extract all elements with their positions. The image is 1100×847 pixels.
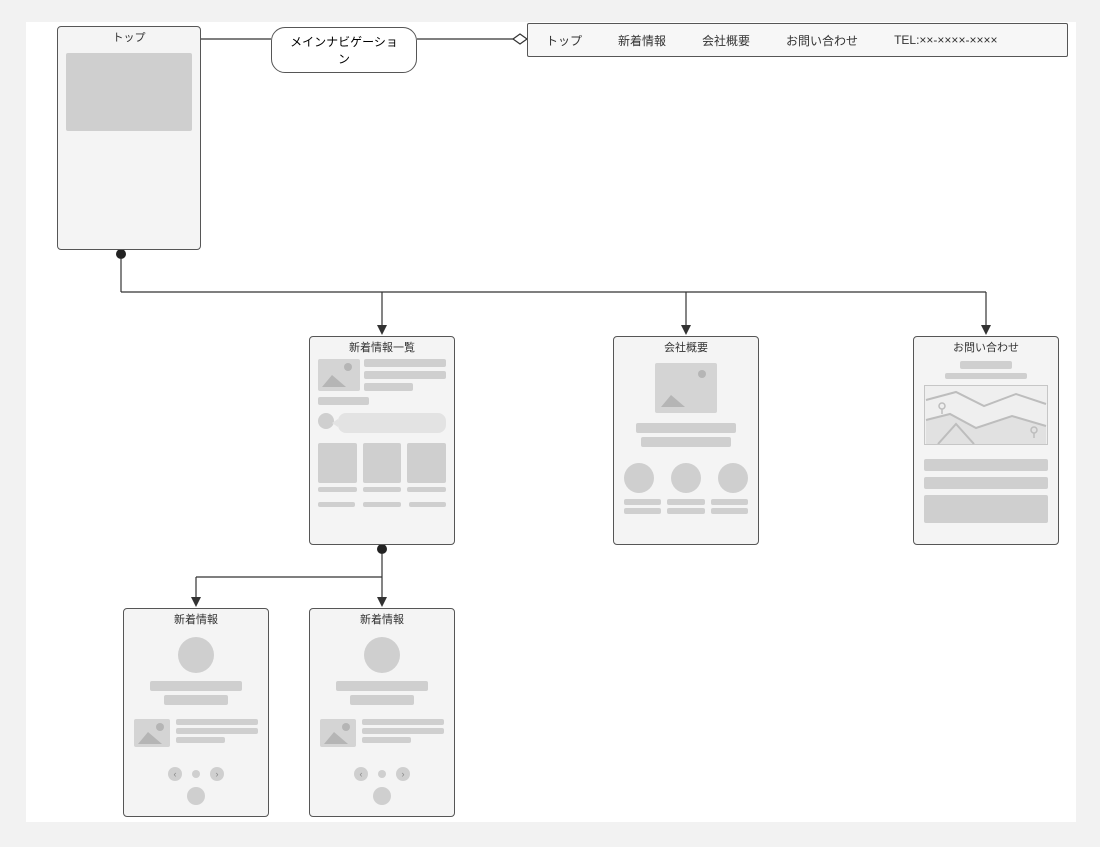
chevron-right-icon[interactable]: › <box>210 767 224 781</box>
nav-item-contact[interactable]: お問い合わせ <box>768 32 876 49</box>
avatar-icon <box>187 787 205 805</box>
node-contact-title: お問い合わせ <box>914 337 1058 359</box>
thumb-image-placeholder <box>318 359 360 391</box>
nav-item-news[interactable]: 新着情報 <box>600 32 684 49</box>
company-image-placeholder <box>655 363 717 413</box>
node-news-detail-b-title: 新着情報 <box>310 609 454 631</box>
thumb-image-placeholder <box>134 719 170 747</box>
chevron-right-icon[interactable]: › <box>396 767 410 781</box>
avatar-icon <box>364 637 400 673</box>
nav-item-company[interactable]: 会社概要 <box>684 32 768 49</box>
node-news-list-title: 新着情報一覧 <box>310 337 454 359</box>
chevron-left-icon[interactable]: ‹ <box>168 767 182 781</box>
chevron-left-icon[interactable]: ‹ <box>354 767 368 781</box>
nav-item-tel: TEL:××-××××-×××× <box>876 33 1015 47</box>
main-nav-bar: トップ 新着情報 会社概要 お問い合わせ TEL:××-××××-×××× <box>527 23 1068 57</box>
node-news-detail-b[interactable]: 新着情報 ‹ › <box>309 608 455 817</box>
node-company-title: 会社概要 <box>614 337 758 359</box>
diagram-canvas: トップ メインナビゲーション トップ 新着情報 会社概要 お問い合わせ TEL:… <box>26 22 1076 822</box>
node-top[interactable]: トップ <box>57 26 201 250</box>
node-news-detail-a-title: 新着情報 <box>124 609 268 631</box>
avatar-icon <box>178 637 214 673</box>
node-news-list[interactable]: 新着情報一覧 <box>309 336 455 545</box>
circle-icon <box>718 463 748 493</box>
nav-item-top[interactable]: トップ <box>528 32 600 49</box>
node-company[interactable]: 会社概要 <box>613 336 759 545</box>
node-top-title: トップ <box>58 27 200 49</box>
main-navigation-label-text: メインナビゲーション <box>290 35 398 66</box>
circle-icon <box>624 463 654 493</box>
placeholder-hero <box>66 53 192 131</box>
outer-frame: トップ メインナビゲーション トップ 新着情報 会社概要 お問い合わせ TEL:… <box>0 0 1100 847</box>
thumb-image-placeholder <box>320 719 356 747</box>
node-contact[interactable]: お問い合わせ <box>913 336 1059 545</box>
circle-icon <box>671 463 701 493</box>
avatar-icon <box>373 787 391 805</box>
main-navigation-label: メインナビゲーション <box>271 27 417 73</box>
node-news-detail-a[interactable]: 新着情報 ‹ › <box>123 608 269 817</box>
map-placeholder <box>924 385 1048 445</box>
